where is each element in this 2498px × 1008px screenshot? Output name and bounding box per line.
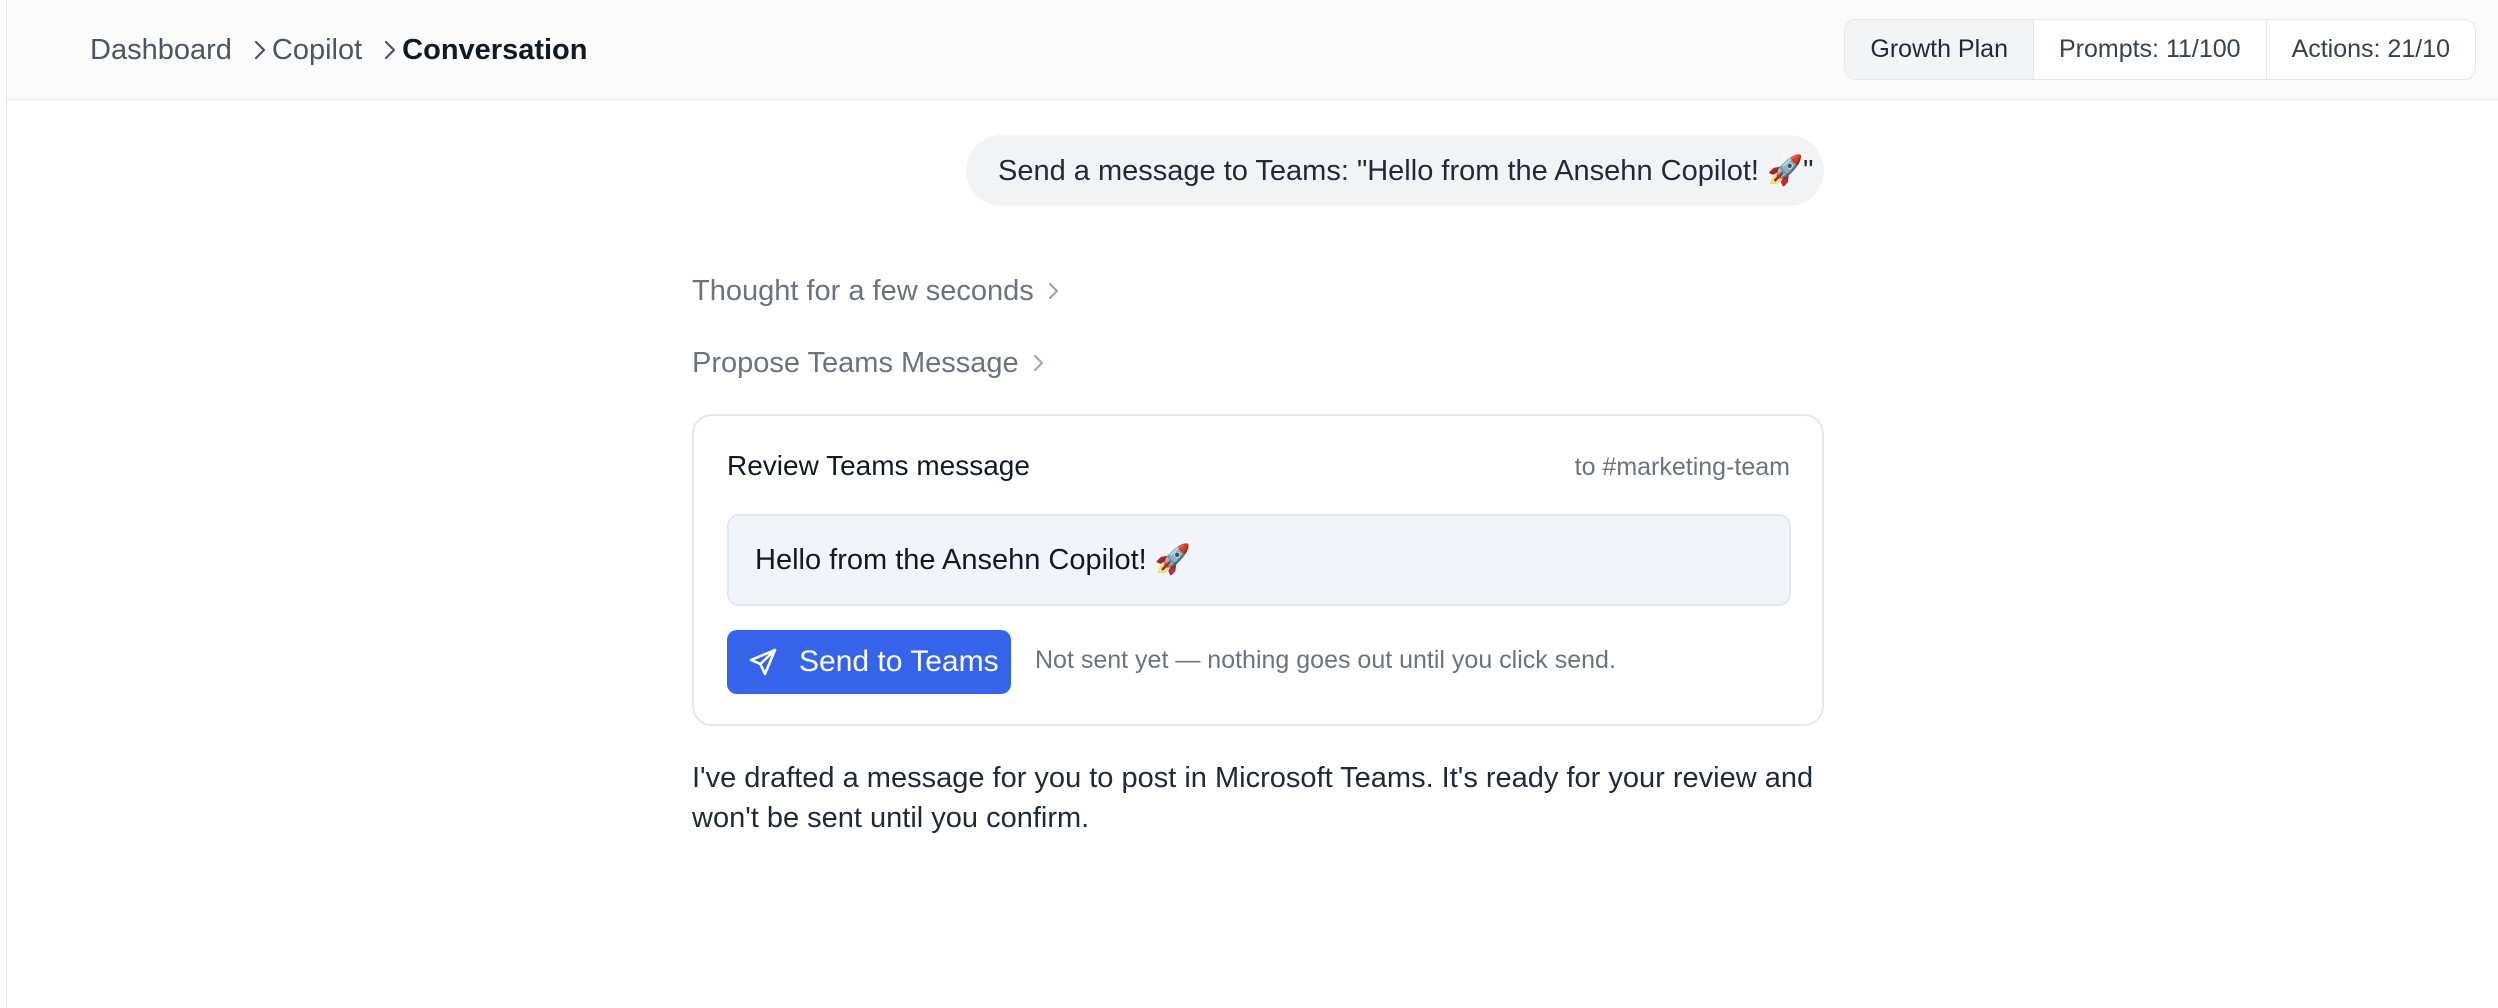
prompts-usage: Prompts: 11/100: [2032, 20, 2266, 79]
review-teams-card: Review Teams message to #marketing-team …: [692, 414, 1824, 726]
thought-step-toggle[interactable]: Thought for a few seconds: [692, 271, 1059, 311]
recipient-label: to #marketing-team: [1574, 453, 1790, 481]
plan-usage-group: Growth Plan Prompts: 11/100 Actions: 21/…: [1844, 19, 2476, 80]
breadcrumb: Dashboard Copilot Conversation: [90, 0, 587, 100]
chevron-right-icon: [254, 40, 266, 60]
chevron-right-icon: [384, 40, 396, 60]
top-bar: Dashboard Copilot Conversation Growth Pl…: [7, 0, 2498, 100]
thought-step-label: Thought for a few seconds: [692, 274, 1034, 307]
send-to-teams-button[interactable]: Send to Teams: [727, 630, 1011, 694]
tool-step-toggle[interactable]: Propose Teams Message: [692, 343, 1044, 383]
chevron-right-icon: [1048, 282, 1059, 300]
breadcrumb-dashboard[interactable]: Dashboard: [90, 34, 232, 67]
send-button-label: Send to Teams: [799, 645, 999, 678]
paper-plane-icon: [749, 648, 777, 676]
assistant-message: I've drafted a message for you to post i…: [692, 762, 1814, 834]
message-preview[interactable]: Hello from the Ansehn Copilot! 🚀: [727, 514, 1791, 606]
plan-badge[interactable]: Growth Plan: [1845, 20, 2033, 79]
breadcrumb-copilot[interactable]: Copilot: [272, 34, 362, 67]
send-status-note: Not sent yet — nothing goes out until yo…: [1035, 646, 1616, 674]
sidebar-divider: [6, 0, 7, 1008]
actions-usage: Actions: 21/10: [2265, 20, 2475, 79]
user-message-bubble: Send a message to Teams: "Hello from the…: [966, 135, 1824, 206]
card-title: Review Teams message: [727, 450, 1030, 481]
breadcrumb-conversation: Conversation: [402, 33, 588, 66]
chevron-right-icon: [1033, 354, 1044, 372]
tool-step-label: Propose Teams Message: [692, 346, 1019, 379]
